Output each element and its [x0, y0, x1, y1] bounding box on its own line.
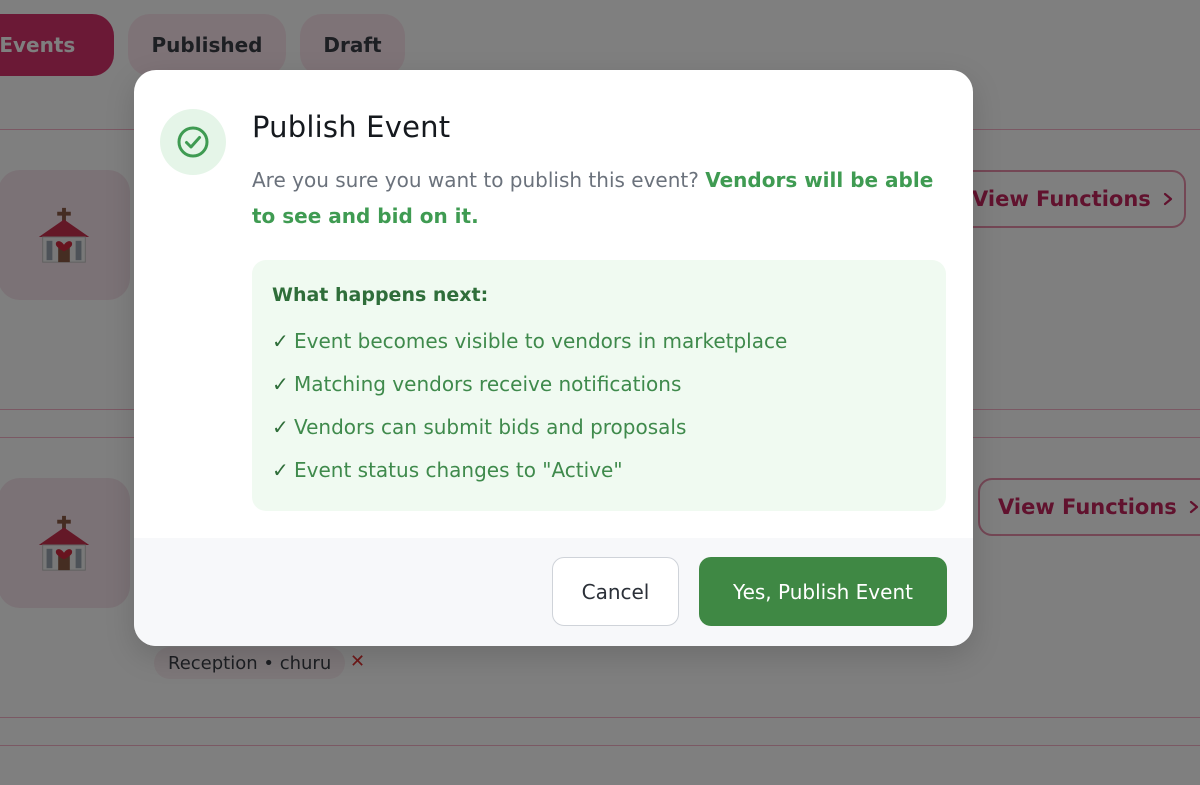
list-item: ✓ Event status changes to "Active"	[272, 449, 926, 492]
cancel-button[interactable]: Cancel	[552, 557, 679, 626]
list-item: ✓ Event becomes visible to vendors in ma…	[272, 320, 926, 363]
dialog-description-text: Are you sure you want to publish this ev…	[252, 168, 706, 192]
next-steps-panel: What happens next: ✓ Event becomes visib…	[252, 260, 946, 511]
list-item-text: Event becomes visible to vendors in mark…	[294, 329, 788, 353]
list-item-text: Vendors can submit bids and proposals	[294, 415, 687, 439]
list-item-text: Event status changes to "Active"	[294, 458, 623, 482]
checkmark-icon: ✓	[272, 458, 289, 482]
dialog-description: Are you sure you want to publish this ev…	[252, 162, 942, 234]
status-icon-badge	[160, 109, 226, 175]
next-steps-list: ✓ Event becomes visible to vendors in ma…	[272, 320, 926, 492]
publish-event-button[interactable]: Yes, Publish Event	[699, 557, 947, 626]
check-circle-icon	[177, 126, 209, 158]
list-item-text: Matching vendors receive notifications	[294, 372, 682, 396]
checkmark-icon: ✓	[272, 372, 289, 396]
dialog-title: Publish Event	[252, 110, 451, 144]
next-steps-heading: What happens next:	[272, 284, 489, 306]
dialog-footer: Cancel Yes, Publish Event	[134, 538, 973, 646]
list-item: ✓ Vendors can submit bids and proposals	[272, 406, 926, 449]
checkmark-icon: ✓	[272, 329, 289, 353]
publish-event-dialog: Publish Event Are you sure you want to p…	[134, 70, 973, 646]
list-item: ✓ Matching vendors receive notifications	[272, 363, 926, 406]
checkmark-icon: ✓	[272, 415, 289, 439]
